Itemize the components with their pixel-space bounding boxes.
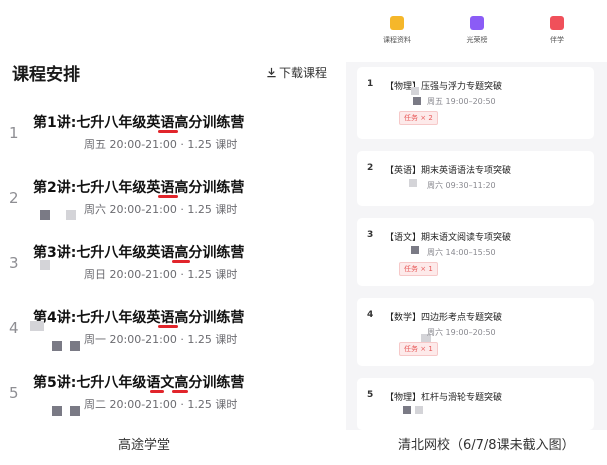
lesson-item-2[interactable]: 2 第2讲:七升八年级英语高分训练营 周六 20:00-21:00 · 1.25… bbox=[0, 177, 340, 235]
lesson-title: 第4讲:七升八年级英语高分训练营 bbox=[33, 310, 245, 326]
card-title: 【物理】压强与浮力专题突破 bbox=[385, 82, 503, 92]
page-title: 课程安排 bbox=[12, 65, 80, 85]
task-badge: 任务 × 1 bbox=[399, 262, 438, 276]
card-time: 周六 19:00–20:50 bbox=[427, 328, 496, 337]
card-time: 周五 19:00–20:50 bbox=[427, 97, 496, 106]
left-panel: 课程安排 下载课程 1 第1讲:七升八年级英语高分训练营 周五 20:00-21… bbox=[0, 0, 340, 430]
card-number: 1 bbox=[367, 79, 374, 89]
redacted-block bbox=[403, 406, 411, 414]
lesson-meta: 周二 20:00-21:00 · 1.25 课时 bbox=[84, 398, 238, 411]
lesson-title: 第3讲:七升八年级英语高分训练营 bbox=[33, 245, 245, 261]
lesson-title: 第5讲:七升八年级语文高分训练营 bbox=[33, 375, 245, 391]
redacted-block bbox=[66, 210, 76, 220]
lesson-meta: 周日 20:00-21:00 · 1.25 课时 bbox=[84, 268, 238, 281]
lesson-title: 第1讲:七升八年级英语高分训练营 bbox=[33, 115, 245, 131]
download-label: 下载课程 bbox=[279, 66, 328, 80]
tab-honor-roll[interactable]: 光荣榜 bbox=[452, 16, 502, 45]
course-card-2[interactable]: 2 【英语】期末英语语法专项突破 周六 09:30–11:20 bbox=[357, 151, 594, 206]
trophy-icon bbox=[470, 16, 484, 30]
redacted-block bbox=[411, 246, 419, 254]
lesson-item-5[interactable]: 5 第5讲:七升八年级语文高分训练营 周二 20:00-21:00 · 1.25… bbox=[0, 372, 340, 430]
highlight-mark bbox=[172, 260, 190, 263]
course-card-5[interactable]: 5 【物理】杠杆与滑轮专题突破 bbox=[357, 378, 594, 430]
tab-study-companion[interactable]: 伴学 bbox=[532, 16, 582, 45]
card-title: 【语文】期末语文阅读专项突破 bbox=[385, 233, 512, 243]
lesson-number: 2 bbox=[9, 189, 19, 207]
course-card-1[interactable]: 1 【物理】压强与浮力专题突破 周五 19:00–20:50 任务 × 2 bbox=[357, 67, 594, 139]
redacted-block bbox=[413, 97, 421, 105]
redacted-block bbox=[30, 321, 44, 331]
card-number: 2 bbox=[367, 163, 374, 173]
card-title: 【数学】四边形考点专题突破 bbox=[385, 313, 503, 323]
right-caption: 清北网校（6/7/8课未截入图） bbox=[398, 438, 575, 453]
lesson-meta: 周五 20:00-21:00 · 1.25 课时 bbox=[84, 138, 238, 151]
redacted-block bbox=[40, 260, 50, 270]
card-time: 周六 09:30–11:20 bbox=[427, 181, 496, 190]
card-title: 【物理】杠杆与滑轮专题突破 bbox=[385, 393, 503, 403]
download-course-button[interactable]: 下载课程 bbox=[266, 64, 327, 81]
redacted-block bbox=[70, 341, 80, 351]
redacted-block bbox=[40, 210, 50, 220]
redacted-block bbox=[409, 179, 417, 187]
lesson-item-1[interactable]: 1 第1讲:七升八年级英语高分训练营 周五 20:00-21:00 · 1.25… bbox=[0, 112, 340, 170]
redacted-block bbox=[70, 406, 80, 416]
task-badge: 任务 × 1 bbox=[399, 342, 438, 356]
tab-label: 伴学 bbox=[550, 36, 564, 44]
right-panel: 课程资料 光荣榜 伴学 1 【物理】压强与浮力专题突破 周五 19:00–20:… bbox=[346, 0, 607, 430]
download-icon bbox=[267, 67, 276, 78]
highlight-mark bbox=[172, 390, 188, 393]
lesson-number: 1 bbox=[9, 124, 19, 142]
highlight-mark bbox=[158, 195, 178, 198]
card-number: 4 bbox=[367, 310, 374, 320]
lesson-item-3[interactable]: 3 第3讲:七升八年级英语高分训练营 周日 20:00-21:00 · 1.25… bbox=[0, 242, 340, 300]
card-number: 5 bbox=[367, 390, 374, 400]
card-number: 3 bbox=[367, 230, 374, 240]
card-title: 【英语】期末英语语法专项突破 bbox=[385, 166, 512, 176]
folder-icon bbox=[390, 16, 404, 30]
companion-icon bbox=[550, 16, 564, 30]
redacted-block bbox=[411, 87, 419, 95]
redacted-block bbox=[415, 406, 423, 414]
lesson-number: 4 bbox=[9, 319, 19, 337]
tab-course-materials[interactable]: 课程资料 bbox=[372, 16, 422, 45]
tab-label: 课程资料 bbox=[383, 36, 411, 44]
lesson-title: 第2讲:七升八年级英语高分训练营 bbox=[33, 180, 245, 196]
card-time: 周六 14:00–15:50 bbox=[427, 248, 496, 257]
lesson-meta: 周六 20:00-21:00 · 1.25 课时 bbox=[84, 203, 238, 216]
tab-label: 光荣榜 bbox=[466, 36, 488, 44]
highlight-mark bbox=[158, 130, 178, 133]
task-badge: 任务 × 2 bbox=[399, 111, 438, 125]
redacted-block bbox=[52, 341, 62, 351]
lesson-meta: 周一 20:00-21:00 · 1.25 课时 bbox=[84, 333, 238, 346]
course-card-3[interactable]: 3 【语文】期末语文阅读专项突破 周六 14:00–15:50 任务 × 1 bbox=[357, 218, 594, 286]
lesson-item-4[interactable]: 4 第4讲:七升八年级英语高分训练营 周一 20:00-21:00 · 1.25… bbox=[0, 307, 340, 365]
highlight-mark bbox=[158, 325, 178, 328]
left-caption: 高途学堂 bbox=[118, 438, 171, 453]
course-card-4[interactable]: 4 【数学】四边形考点专题突破 周六 19:00–20:50 任务 × 1 bbox=[357, 298, 594, 366]
top-tab-bar: 课程资料 光荣榜 伴学 bbox=[346, 0, 607, 62]
lesson-number: 3 bbox=[9, 254, 19, 272]
lesson-number: 5 bbox=[9, 384, 19, 402]
highlight-mark bbox=[150, 390, 164, 393]
redacted-block bbox=[52, 406, 62, 416]
